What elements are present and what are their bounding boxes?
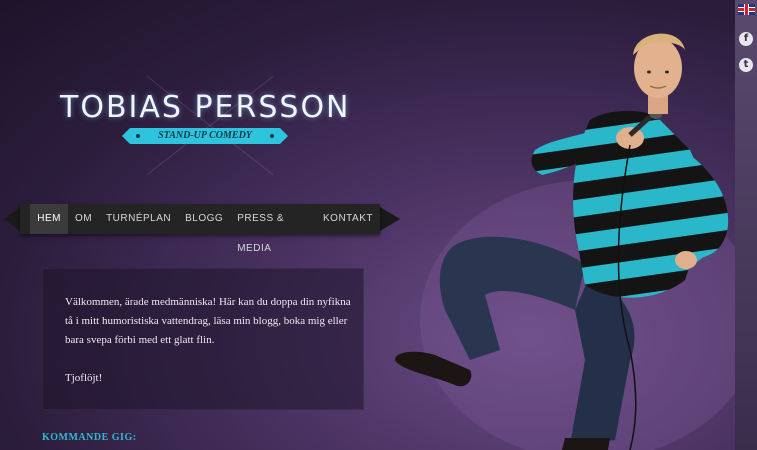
nav-item-blogg[interactable]: BLOGG (178, 204, 230, 234)
nav-ribbon-left-end (4, 207, 20, 231)
nav-item-hem[interactable]: HEM (30, 204, 68, 234)
twitter-icon[interactable]: t (739, 58, 753, 72)
nav-item-press-media[interactable]: PRESS & MEDIA (230, 204, 316, 254)
tagline-ribbon: STAND-UP COMEDY (122, 128, 288, 144)
performer-photo (395, 33, 735, 450)
facebook-icon[interactable]: f (739, 32, 753, 46)
ribbon-dot (136, 134, 140, 138)
main-nav: HEM OM TURNÉPLAN BLOGG PRESS & MEDIA KON… (20, 204, 380, 254)
welcome-text: Välkommen, ärade medmänniska! Här kan du… (65, 296, 351, 346)
welcome-panel: Välkommen, ärade medmänniska! Här kan du… (42, 268, 364, 410)
welcome-signoff: Tjoflöjt! (65, 372, 103, 384)
ribbon-dot (270, 134, 274, 138)
upcoming-gigs-heading: KOMMANDE GIG: (42, 432, 137, 443)
tagline: STAND-UP COMEDY (158, 130, 252, 141)
nav-item-turneplan[interactable]: TURNÉPLAN (99, 204, 178, 234)
social-sidebar: f t (735, 0, 757, 450)
uk-flag-icon[interactable] (738, 4, 755, 15)
nav-item-om[interactable]: OM (68, 204, 99, 234)
nav-item-kontakt[interactable]: KONTAKT (316, 204, 380, 234)
site-title[interactable]: TOBIAS PERSSON (60, 90, 351, 125)
